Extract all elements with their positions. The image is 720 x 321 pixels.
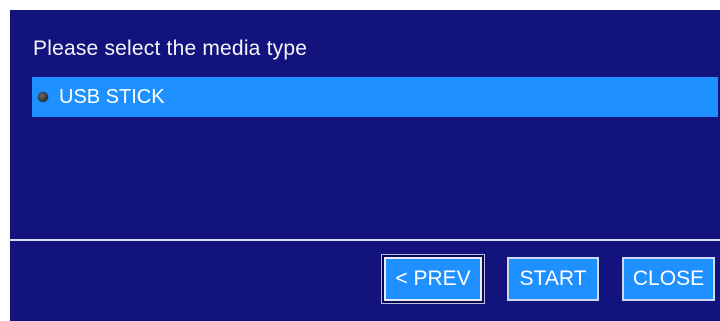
dialog-prompt: Please select the media type	[33, 37, 308, 60]
media-option-label: USB STICK	[59, 85, 165, 108]
close-button[interactable]: CLOSE	[622, 257, 715, 301]
media-select-dialog: Please select the media type USB STICK <…	[10, 10, 720, 321]
media-type-list: USB STICK	[32, 77, 720, 237]
divider	[10, 239, 720, 241]
media-option-usb-stick[interactable]: USB STICK	[32, 77, 718, 117]
radio-selected-icon	[38, 92, 48, 102]
start-button[interactable]: START	[507, 257, 599, 301]
prev-button[interactable]: < PREV	[384, 257, 482, 301]
